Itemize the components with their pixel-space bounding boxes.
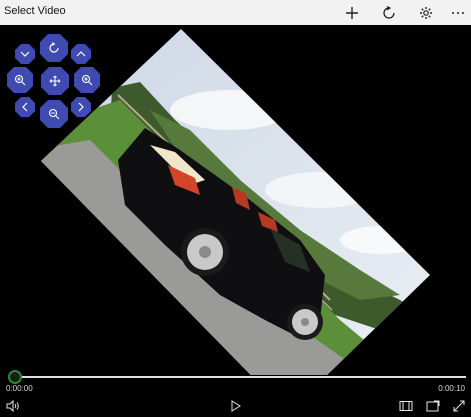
zoom-out-button[interactable] (39, 99, 69, 129)
zoom-in-icon (14, 74, 26, 86)
play-button[interactable] (227, 397, 245, 415)
fullscreen-icon (453, 400, 465, 412)
cast-button[interactable] (424, 397, 442, 415)
chevron-down-button[interactable] (14, 43, 36, 65)
compact-overlay-icon (399, 401, 413, 411)
fullscreen-button[interactable] (450, 397, 468, 415)
chevron-up-icon (76, 51, 86, 57)
add-icon (346, 7, 358, 19)
duration: 0:00:10 (438, 384, 465, 393)
refresh-button[interactable] (378, 2, 400, 24)
rotate-button[interactable] (39, 33, 69, 63)
more-icon (452, 12, 464, 14)
add-button[interactable] (341, 2, 363, 24)
volume-icon (6, 400, 19, 412)
compact-overlay-button[interactable] (397, 397, 415, 415)
video-stage[interactable] (0, 25, 471, 375)
volume-button[interactable] (4, 397, 22, 415)
chevron-down-icon (20, 51, 30, 57)
play-icon (231, 400, 241, 412)
rotate-icon (49, 42, 59, 53)
refresh-icon (383, 6, 395, 19)
zoom-in-button-right[interactable] (73, 66, 101, 94)
seek-track[interactable] (14, 376, 466, 378)
seek-thumb[interactable] (8, 370, 22, 384)
chevron-right-icon (78, 102, 84, 112)
video-frame (41, 29, 430, 375)
zoom-out-icon (48, 108, 60, 120)
window-title: Select Video (4, 5, 66, 17)
zoom-in-icon (81, 74, 93, 86)
chevron-left-icon (22, 102, 28, 112)
chevron-left-button[interactable] (14, 96, 36, 118)
settings-icon (420, 7, 432, 19)
chevron-up-button[interactable] (70, 43, 92, 65)
title-bar: Select Video (0, 0, 471, 25)
chevron-right-button[interactable] (70, 96, 92, 118)
settings-button[interactable] (415, 2, 437, 24)
move-button[interactable] (40, 66, 70, 96)
current-time: 0:00:00 (6, 384, 33, 393)
cast-icon (426, 400, 440, 412)
move-icon (49, 75, 61, 87)
more-button[interactable] (447, 2, 469, 24)
zoom-in-button[interactable] (6, 66, 34, 94)
